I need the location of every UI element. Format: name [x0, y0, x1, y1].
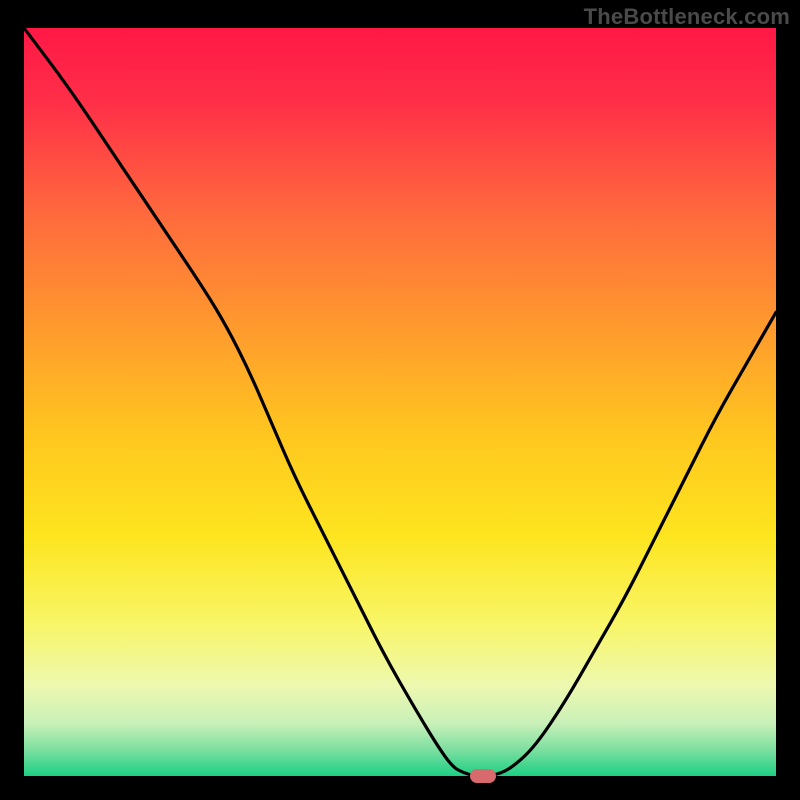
optimum-marker [470, 769, 496, 783]
chart-frame: TheBottleneck.com [0, 0, 800, 800]
bottleneck-curve [24, 28, 776, 776]
plot-outer [24, 28, 776, 776]
watermark-text: TheBottleneck.com [584, 4, 790, 30]
plot-area [24, 28, 776, 776]
